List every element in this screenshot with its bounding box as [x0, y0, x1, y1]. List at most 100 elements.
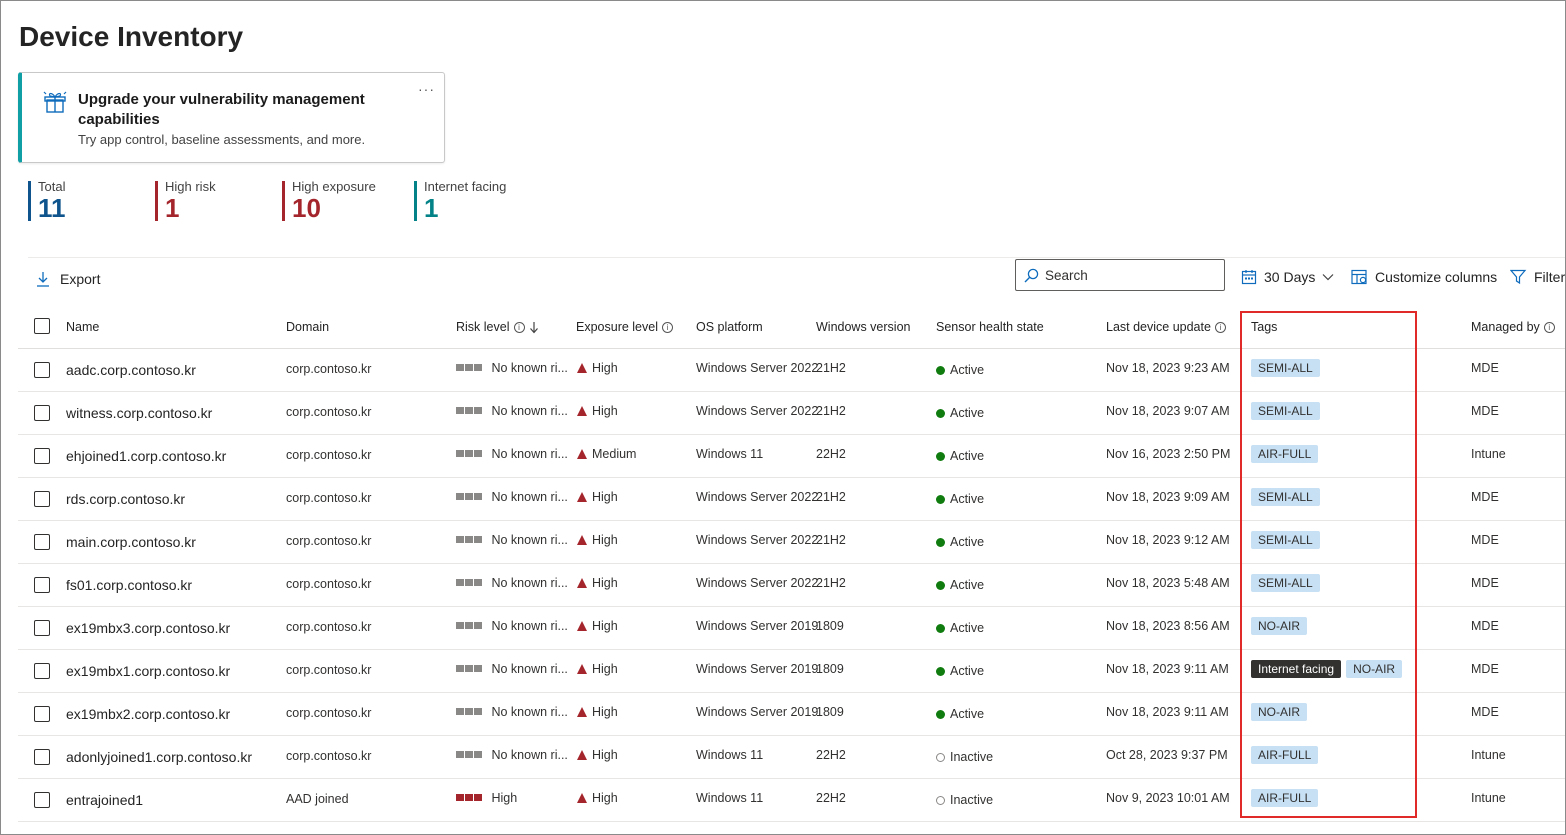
- device-name-link[interactable]: main.corp.contoso.kr: [66, 534, 196, 550]
- column-header-sensor-health[interactable]: Sensor health state: [936, 320, 1044, 334]
- row-checkbox[interactable]: [34, 491, 50, 507]
- device-tag[interactable]: SEMI-ALL: [1251, 402, 1320, 420]
- column-header-risk-level[interactable]: Risk level i: [456, 320, 539, 334]
- risk-level-cell: No known ri...: [456, 361, 568, 375]
- row-checkbox[interactable]: [34, 749, 50, 765]
- table-row[interactable]: main.corp.contoso.kr corp.contoso.kr No k…: [18, 521, 1565, 564]
- stat-high-risk[interactable]: High risk 1: [155, 179, 216, 221]
- table-row[interactable]: entrajoined1 AAD joined High High Windows 1…: [18, 779, 1565, 822]
- risk-level-text: No known ri...: [491, 447, 568, 461]
- domain-cell: corp.contoso.kr: [286, 620, 372, 634]
- sensor-health-text: Active: [950, 363, 985, 377]
- device-tag[interactable]: SEMI-ALL: [1251, 574, 1320, 592]
- device-tag[interactable]: AIR-FULL: [1251, 789, 1319, 807]
- filter-button[interactable]: Filter: [1510, 269, 1565, 285]
- device-tag[interactable]: AIR-FULL: [1251, 746, 1319, 764]
- stat-value: 1: [424, 193, 439, 223]
- device-tag[interactable]: NO-AIR: [1251, 703, 1307, 721]
- stat-total[interactable]: Total 11: [28, 179, 66, 221]
- table-row[interactable]: adonlyjoined1.corp.contoso.kr corp.contos…: [18, 736, 1565, 779]
- row-checkbox[interactable]: [34, 405, 50, 421]
- device-name-link[interactable]: ehjoined1.corp.contoso.kr: [66, 448, 226, 464]
- risk-bar-segment: [456, 536, 464, 543]
- exposure-level-cell: High: [577, 705, 618, 719]
- search-input[interactable]: [1045, 267, 1215, 283]
- upgrade-promo-card[interactable]: Upgrade your vulnerability management ca…: [18, 72, 445, 163]
- exposure-level-cell: Medium: [577, 447, 636, 461]
- table-row[interactable]: aadc.corp.contoso.kr corp.contoso.kr No k…: [18, 349, 1565, 392]
- row-checkbox[interactable]: [34, 792, 50, 808]
- table-row[interactable]: ex19mbx1.corp.contoso.kr corp.contoso.kr …: [18, 650, 1565, 693]
- page-title: Device Inventory: [19, 21, 244, 52]
- info-icon[interactable]: i: [513, 321, 525, 333]
- exposure-level-text: High: [592, 361, 618, 375]
- risk-bar-segment: [465, 407, 473, 414]
- device-tag[interactable]: SEMI-ALL: [1251, 531, 1320, 549]
- info-icon[interactable]: i: [1543, 321, 1555, 333]
- windows-version-cell: 22H2: [816, 447, 846, 461]
- column-header-last-update[interactable]: Last device update i: [1106, 320, 1226, 334]
- row-checkbox[interactable]: [34, 534, 50, 550]
- column-header-os-platform[interactable]: OS platform: [696, 320, 763, 334]
- table-row[interactable]: ex19mbx2.corp.contoso.kr corp.contoso.kr …: [18, 693, 1565, 736]
- tags-cell: AIR-FULL: [1251, 746, 1323, 764]
- column-header-managed-by[interactable]: Managed by i: [1471, 320, 1555, 334]
- row-checkbox[interactable]: [34, 448, 50, 464]
- windows-version-cell: 21H2: [816, 361, 846, 375]
- column-header-windows-version[interactable]: Windows version: [816, 320, 910, 334]
- column-header-tags[interactable]: Tags: [1251, 320, 1277, 334]
- row-checkbox[interactable]: [34, 620, 50, 636]
- warning-triangle-icon: [577, 363, 587, 373]
- more-options-icon[interactable]: ···: [418, 81, 435, 97]
- table-row[interactable]: rds.corp.contoso.kr corp.contoso.kr No kn…: [18, 478, 1565, 521]
- risk-level-cell: No known ri...: [456, 662, 568, 676]
- search-box[interactable]: [1015, 259, 1225, 291]
- device-name-link[interactable]: ex19mbx3.corp.contoso.kr: [66, 620, 230, 636]
- exposure-level-text: High: [592, 662, 618, 676]
- column-header-domain[interactable]: Domain: [286, 320, 329, 334]
- customize-columns-button[interactable]: Customize columns: [1351, 269, 1497, 285]
- table-row[interactable]: ehjoined1.corp.contoso.kr corp.contoso.kr…: [18, 435, 1565, 478]
- row-checkbox[interactable]: [34, 663, 50, 679]
- domain-cell: corp.contoso.kr: [286, 405, 372, 419]
- stat-high-exposure[interactable]: High exposure 10: [282, 179, 376, 221]
- column-label: Tags: [1251, 320, 1278, 334]
- sensor-health-cell: Active: [936, 406, 984, 420]
- device-tag[interactable]: SEMI-ALL: [1251, 359, 1320, 377]
- row-checkbox[interactable]: [34, 706, 50, 722]
- device-name-link[interactable]: entrajoined1: [66, 792, 143, 808]
- row-checkbox[interactable]: [34, 577, 50, 593]
- table-row[interactable]: fs01.corp.contoso.kr corp.contoso.kr No k…: [18, 564, 1565, 607]
- device-name-link[interactable]: adonlyjoined1.corp.contoso.kr: [66, 749, 252, 765]
- info-icon[interactable]: i: [662, 321, 673, 333]
- export-button[interactable]: Export: [36, 271, 100, 287]
- device-tag[interactable]: NO-AIR: [1346, 660, 1403, 678]
- device-name-link[interactable]: fs01.corp.contoso.kr: [66, 577, 192, 593]
- table-row[interactable]: witness.corp.contoso.kr corp.contoso.kr N…: [18, 392, 1565, 435]
- tags-cell: NO-AIR: [1251, 617, 1312, 635]
- device-name-link[interactable]: ex19mbx1.corp.contoso.kr: [66, 663, 230, 679]
- device-name-link[interactable]: aadc.corp.contoso.kr: [66, 362, 196, 378]
- risk-level-text: No known ri...: [491, 533, 568, 547]
- risk-level-text: No known ri...: [491, 404, 568, 418]
- device-name-link[interactable]: witness.corp.contoso.kr: [66, 405, 212, 421]
- column-header-exposure-level[interactable]: Exposure level i: [576, 320, 673, 334]
- column-header-name[interactable]: Name: [66, 320, 99, 334]
- device-name-link[interactable]: rds.corp.contoso.kr: [66, 491, 185, 507]
- stat-internet-facing[interactable]: Internet facing 1: [414, 179, 506, 221]
- row-checkbox[interactable]: [34, 362, 50, 378]
- device-tag[interactable]: SEMI-ALL: [1251, 488, 1320, 506]
- table-row[interactable]: ex19mbx3.corp.contoso.kr corp.contoso.kr …: [18, 607, 1565, 650]
- device-tag[interactable]: Internet facing: [1251, 660, 1342, 678]
- select-all-checkbox[interactable]: [34, 318, 50, 334]
- warning-triangle-icon: [577, 621, 587, 631]
- chevron-down-icon: [1322, 274, 1334, 281]
- info-icon[interactable]: i: [1214, 321, 1226, 333]
- device-tag[interactable]: AIR-FULL: [1251, 445, 1319, 463]
- device-name-link[interactable]: ex19mbx2.corp.contoso.kr: [66, 706, 230, 722]
- device-tag[interactable]: NO-AIR: [1251, 617, 1307, 635]
- date-range-dropdown[interactable]: 30 Days: [1241, 269, 1334, 285]
- risk-bar-segment: [474, 751, 482, 758]
- domain-cell: corp.contoso.kr: [286, 749, 372, 763]
- risk-bar-segment: [465, 751, 473, 758]
